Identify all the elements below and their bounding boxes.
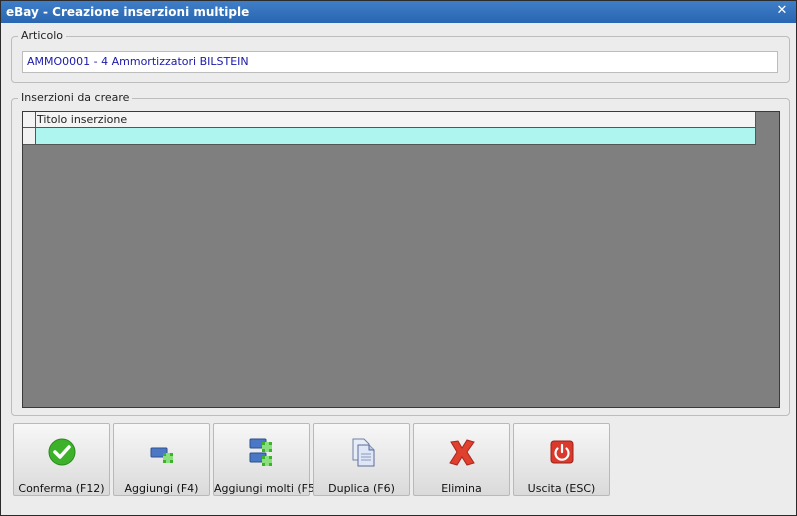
inserzioni-legend: Inserzioni da creare (18, 92, 133, 104)
delete-icon (449, 439, 475, 466)
grid-column-border (755, 112, 756, 145)
column-header-titolo[interactable]: Titolo inserzione (37, 113, 127, 126)
aggiungi-label: Aggiungi (F4) (124, 482, 199, 495)
conferma-button[interactable]: Conferma (F12) (13, 423, 110, 496)
uscita-button[interactable]: Uscita (ESC) (513, 423, 610, 496)
grid-header: Titolo inserzione (23, 112, 756, 128)
add-many-icon (249, 438, 272, 466)
elimina-label: Elimina (441, 482, 482, 495)
row-selector[interactable] (23, 128, 36, 144)
inserzioni-grid[interactable]: Titolo inserzione (22, 111, 780, 408)
aggiungi-molti-button[interactable]: Aggiungi molti (F5) (213, 423, 320, 496)
elimina-button[interactable]: Elimina (413, 423, 510, 496)
close-icon[interactable]: ✕ (774, 3, 790, 19)
cell-titolo[interactable] (36, 128, 756, 144)
title-bar[interactable]: eBay - Creazione inserzioni multiple ✕ (1, 1, 796, 23)
aggiungi-molti-label: Aggiungi molti (F5) (214, 482, 320, 495)
header-selector (23, 112, 36, 127)
articolo-legend: Articolo (18, 30, 66, 42)
uscita-label: Uscita (ESC) (527, 482, 596, 495)
dialog-window: eBay - Creazione inserzioni multiple ✕ A… (0, 0, 797, 516)
articolo-group: Articolo AMMO0001 - 4 Ammortizzatori BIL… (11, 30, 790, 83)
inserzioni-group: Inserzioni da creare Titolo inserzione (11, 92, 790, 416)
duplica-button[interactable]: Duplica (F6) (313, 423, 410, 496)
check-icon (48, 438, 76, 466)
conferma-label: Conferma (F12) (18, 482, 105, 495)
duplicate-icon (352, 438, 375, 467)
power-icon (550, 440, 574, 464)
table-row[interactable] (23, 128, 756, 145)
add-icon (150, 447, 173, 463)
window-title: eBay - Creazione inserzioni multiple (6, 5, 250, 19)
articolo-field[interactable]: AMMO0001 - 4 Ammortizzatori BILSTEIN (22, 51, 778, 73)
duplica-label: Duplica (F6) (328, 482, 395, 495)
aggiungi-button[interactable]: Aggiungi (F4) (113, 423, 210, 496)
